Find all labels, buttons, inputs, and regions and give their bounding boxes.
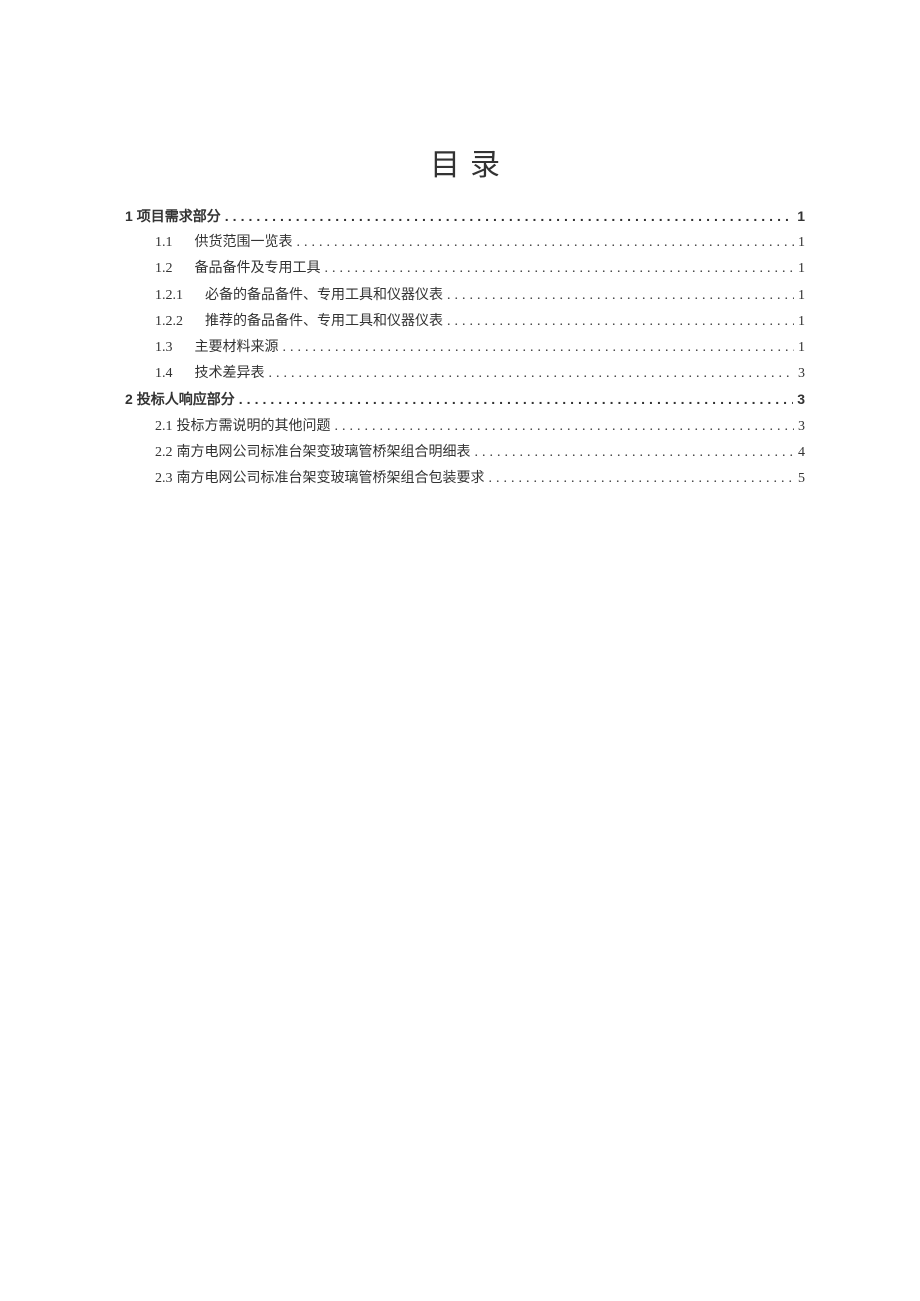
toc-entry-page: 1 bbox=[798, 283, 805, 308]
toc-entry: 1.1 供货范围一览表 1 bbox=[125, 230, 805, 255]
toc-entry-page: 1 bbox=[797, 204, 805, 229]
toc-entry-text: 投标人响应部分 bbox=[137, 387, 235, 412]
toc-entry-text: 技术差异表 bbox=[195, 361, 265, 386]
toc-entry-page: 5 bbox=[798, 466, 805, 491]
toc-entry: 2.3南方电网公司标准台架变玻璃管桥架组合包装要求 5 bbox=[125, 466, 805, 491]
toc-leader-dots bbox=[447, 309, 794, 334]
toc-entry-text: 推荐的备品备件、专用工具和仪器仪表 bbox=[205, 309, 443, 334]
toc-leader-dots bbox=[239, 387, 793, 412]
toc-leader-dots bbox=[283, 335, 795, 360]
toc-entry-number: 2.1 bbox=[155, 414, 173, 439]
toc-entry-page: 1 bbox=[798, 230, 805, 255]
toc-entry: 2.2南方电网公司标准台架变玻璃管桥架组合明细表 4 bbox=[125, 440, 805, 465]
toc-leader-dots bbox=[325, 256, 795, 281]
toc-title: 目录 bbox=[125, 140, 805, 184]
toc-entry-page: 1 bbox=[798, 256, 805, 281]
toc-entry: 1.4 技术差异表 3 bbox=[125, 361, 805, 386]
toc-entry-number: 2.2 bbox=[155, 440, 173, 465]
toc-leader-dots bbox=[489, 466, 795, 491]
toc-entry-text: 项目需求部分 bbox=[137, 204, 221, 229]
toc-leader-dots bbox=[225, 204, 793, 229]
toc-entry: 2.1投标方需说明的其他问题 3 bbox=[125, 414, 805, 439]
toc-leader-dots bbox=[447, 283, 794, 308]
table-of-contents: 1项目需求部分11.1供货范围一览表11.2备品备件及专用工具11.2.1必备的… bbox=[125, 204, 805, 491]
toc-entry-number: 2 bbox=[125, 387, 133, 412]
toc-leader-dots bbox=[269, 361, 795, 386]
toc-entry-text: 主要材料来源 bbox=[195, 335, 279, 360]
toc-entry-page: 3 bbox=[798, 361, 805, 386]
toc-leader-dots bbox=[475, 440, 795, 465]
toc-entry-text: 备品备件及专用工具 bbox=[195, 256, 321, 281]
toc-entry-number: 1.3 bbox=[155, 335, 173, 360]
toc-entry-number: 1 bbox=[125, 204, 133, 229]
toc-leader-dots bbox=[335, 414, 795, 439]
toc-entry: 1.2.2 推荐的备品备件、专用工具和仪器仪表 1 bbox=[125, 309, 805, 334]
toc-entry-page: 1 bbox=[798, 309, 805, 334]
toc-entry-text: 南方电网公司标准台架变玻璃管桥架组合包装要求 bbox=[177, 466, 485, 491]
toc-entry-number: 1.2.2 bbox=[155, 309, 183, 334]
toc-entry: 2投标人响应部分 3 bbox=[125, 387, 805, 412]
toc-entry-number: 2.3 bbox=[155, 466, 173, 491]
toc-entry-text: 投标方需说明的其他问题 bbox=[177, 414, 331, 439]
toc-entry-text: 南方电网公司标准台架变玻璃管桥架组合明细表 bbox=[177, 440, 471, 465]
toc-entry-number: 1.2 bbox=[155, 256, 173, 281]
toc-entry-number: 1.1 bbox=[155, 230, 173, 255]
toc-entry-page: 3 bbox=[797, 387, 805, 412]
toc-leader-dots bbox=[297, 230, 795, 255]
toc-entry-page: 4 bbox=[798, 440, 805, 465]
toc-entry-number: 1.4 bbox=[155, 361, 173, 386]
toc-entry: 1.2.1 必备的备品备件、专用工具和仪器仪表 1 bbox=[125, 283, 805, 308]
toc-entry: 1项目需求部分1 bbox=[125, 204, 805, 229]
toc-entry-number: 1.2.1 bbox=[155, 283, 183, 308]
toc-entry-page: 1 bbox=[798, 335, 805, 360]
toc-entry: 1.2 备品备件及专用工具 1 bbox=[125, 256, 805, 281]
toc-entry-page: 3 bbox=[798, 414, 805, 439]
toc-entry-text: 必备的备品备件、专用工具和仪器仪表 bbox=[205, 283, 443, 308]
toc-entry-text: 供货范围一览表 bbox=[195, 230, 293, 255]
toc-entry: 1.3 主要材料来源 1 bbox=[125, 335, 805, 360]
